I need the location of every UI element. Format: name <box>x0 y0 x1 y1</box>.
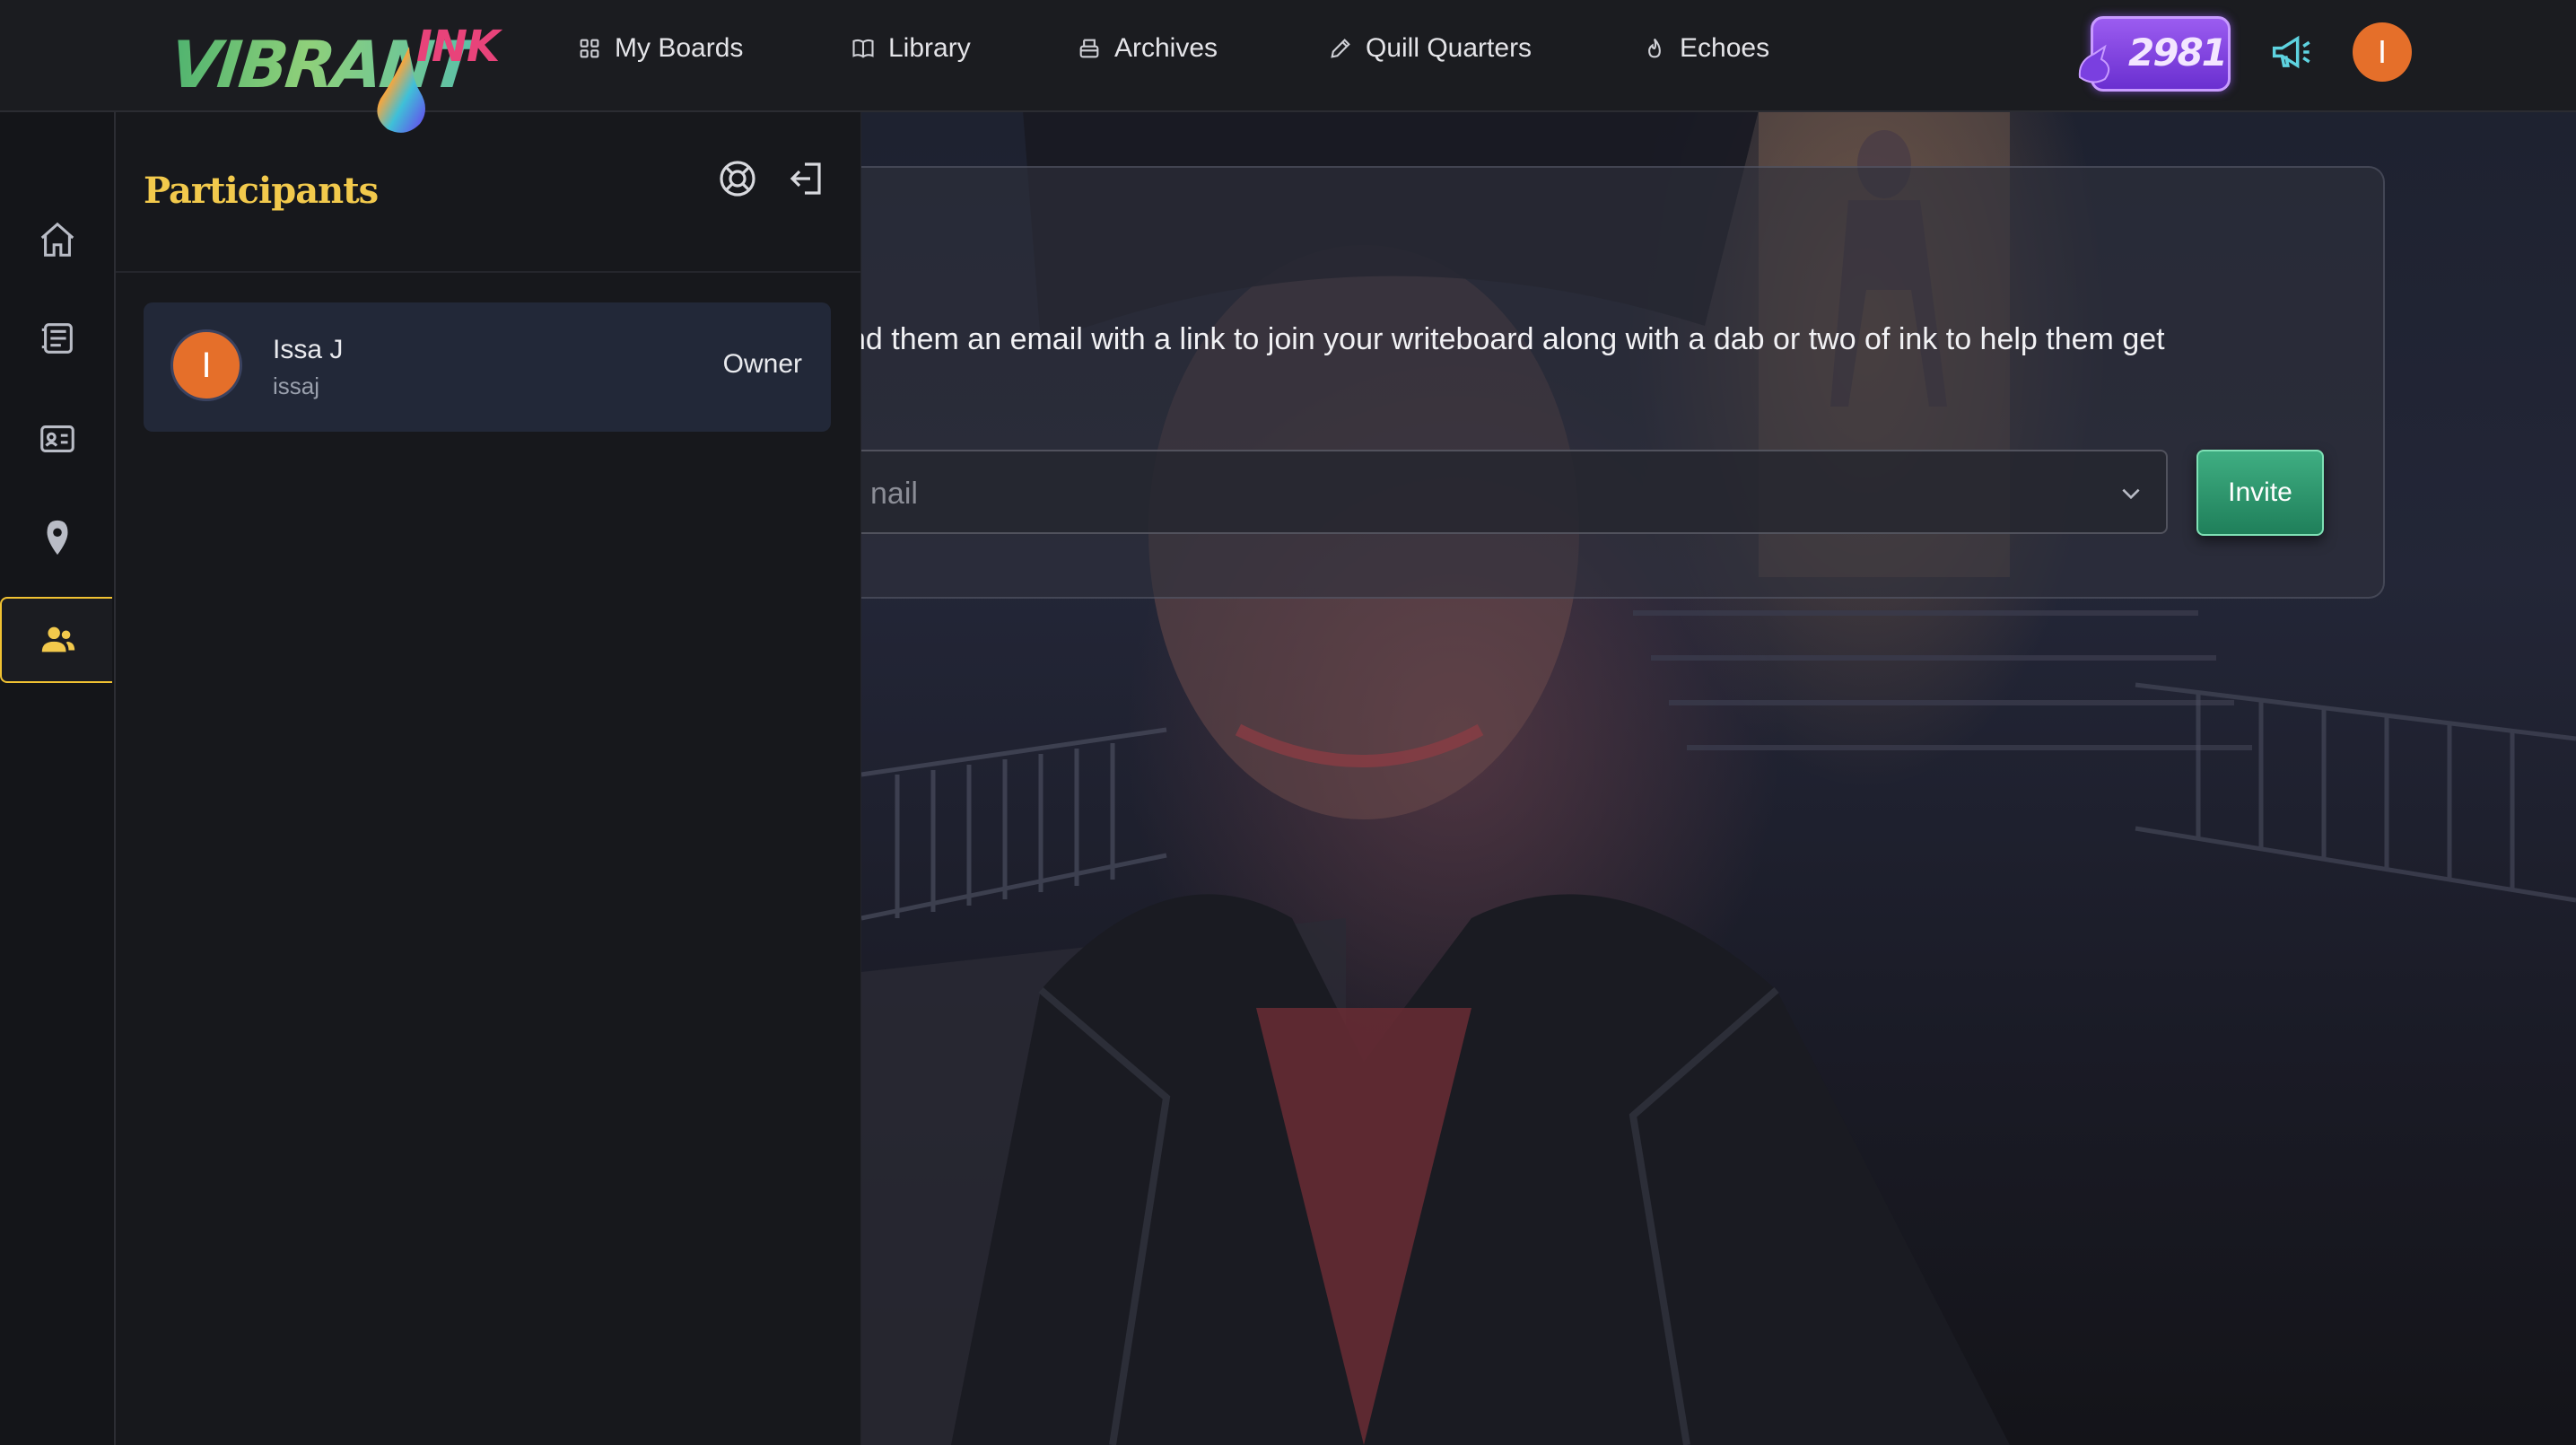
nav-library[interactable]: Library <box>851 33 971 64</box>
exit-icon[interactable] <box>785 157 828 200</box>
nav-label: Echoes <box>1680 33 1770 63</box>
nav-label: Library <box>888 33 971 63</box>
credits-value: 2981 <box>2128 31 2228 74</box>
panel-header: Participants <box>116 112 860 273</box>
participant-role: Owner <box>722 349 802 379</box>
top-navbar: VIBRANT INK My Boards Library Archives Q… <box>0 0 2576 133</box>
participant-card[interactable]: I Issa J issaj Owner <box>144 302 831 432</box>
invite-button[interactable]: Invite <box>2196 450 2324 536</box>
nav-my-boards[interactable]: My Boards <box>577 33 743 64</box>
participants-panel: Participants I Issa J issaj Owner <box>116 112 861 1445</box>
flame-icon <box>1648 38 1661 58</box>
user-avatar[interactable]: I <box>2353 22 2412 82</box>
invite-description: nd them an email with a link to join you… <box>849 322 2165 356</box>
nav-archives[interactable]: Archives <box>1077 33 1218 64</box>
rail-contacts[interactable] <box>0 396 114 482</box>
rail-locations[interactable] <box>0 495 114 581</box>
home-icon <box>40 222 74 257</box>
left-rail <box>0 112 116 1445</box>
rail-home[interactable] <box>0 197 114 283</box>
archive-icon <box>1079 39 1099 58</box>
location-pin-icon <box>47 520 67 556</box>
pencil-icon <box>1331 39 1350 58</box>
book-icon <box>852 39 874 58</box>
participant-avatar: I <box>170 329 242 401</box>
participant-name: Issa J <box>273 335 344 364</box>
rail-document[interactable] <box>0 295 114 381</box>
rail-participants[interactable] <box>0 597 112 683</box>
grid-icon <box>580 39 599 58</box>
email-input[interactable]: nail <box>849 450 2168 534</box>
ink-coin-icon <box>2078 44 2110 83</box>
ink-drop-icon <box>377 47 425 133</box>
nav-label: My Boards <box>615 33 744 63</box>
email-placeholder: nail <box>870 477 918 511</box>
megaphone-icon[interactable] <box>2266 29 2313 75</box>
participants-icon <box>41 626 74 652</box>
vibrant-ink-logo[interactable]: VIBRANT INK <box>167 11 500 133</box>
nav-quill-quarters[interactable]: Quill Quarters <box>1328 33 1532 64</box>
ink-credits-badge[interactable]: 2981 <box>2074 16 2231 92</box>
chevron-down-icon[interactable] <box>2119 486 2143 502</box>
contact-card-icon <box>39 425 74 452</box>
lifebuoy-icon[interactable] <box>716 157 759 200</box>
nav-echoes[interactable]: Echoes <box>1642 33 1769 64</box>
invite-card: nd them an email with a link to join you… <box>790 166 2385 599</box>
nav-label: Quill Quarters <box>1366 33 1533 63</box>
panel-title: Participants <box>144 170 379 212</box>
nav-label: Archives <box>1114 33 1218 63</box>
document-icon <box>41 323 73 354</box>
participant-handle: issaj <box>273 372 320 399</box>
